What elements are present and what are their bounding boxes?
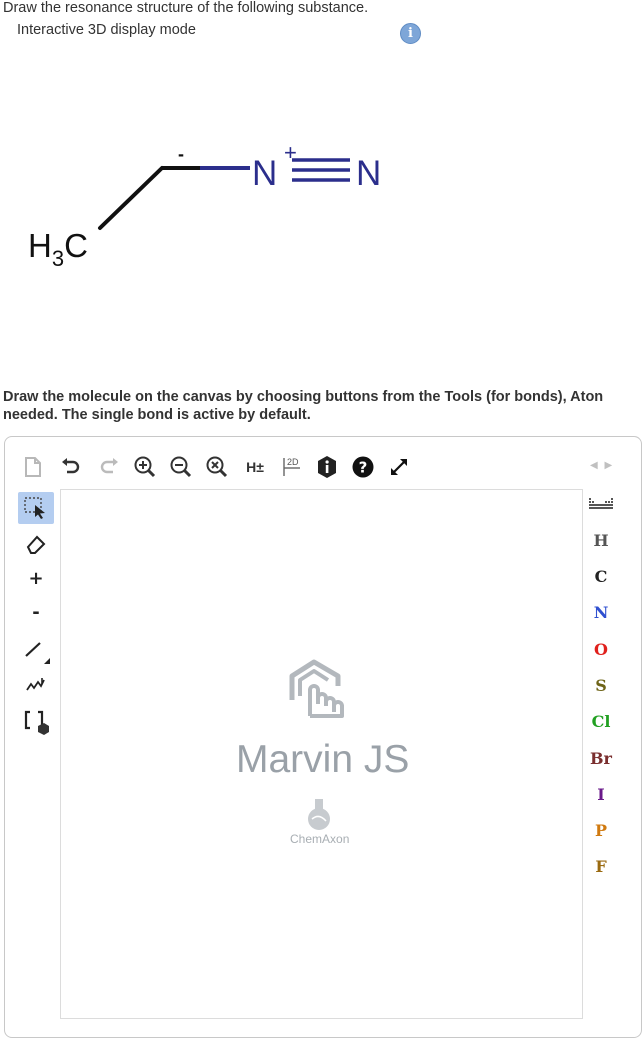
element-cl-label: Cl (591, 712, 611, 731)
periodic-table-icon[interactable] (584, 492, 618, 522)
element-n-label: N (593, 603, 609, 622)
element-o-button[interactable]: O (584, 635, 618, 665)
eraser-icon[interactable] (18, 528, 54, 560)
add-hydrogens-icon[interactable]: H± (240, 452, 270, 482)
nitrogen-charge: + (284, 140, 297, 165)
zoom-out-icon[interactable] (168, 452, 194, 482)
question-title: Draw the resonance structure of the foll… (3, 0, 369, 16)
fullscreen-icon[interactable] (386, 452, 412, 482)
top-toolbar: H± 2D ? (18, 452, 438, 484)
instructions-line-1: Draw the molecule on the canvas by choos… (3, 389, 604, 405)
undo-icon[interactable] (58, 452, 84, 482)
increase-charge-button[interactable]: + (18, 562, 54, 594)
carbanion-charge: - (178, 144, 184, 164)
instructions: Draw the molecule on the canvas by choos… (3, 388, 644, 424)
element-s-button[interactable]: S (584, 671, 618, 701)
element-p-label: P (594, 821, 608, 840)
marvin-logo-icon (289, 659, 344, 718)
ch3-label: H3C (28, 227, 88, 270)
element-cl-button[interactable]: Cl (584, 707, 618, 737)
molecule-structure: H3C - N + N (28, 140, 381, 270)
zoom-in-icon[interactable] (132, 452, 158, 482)
svg-text:2D: 2D (287, 457, 299, 467)
display-mode-label[interactable]: Interactive 3D display mode (17, 22, 196, 38)
single-bond-icon[interactable] (18, 634, 54, 666)
nitrogen-2-label: N (356, 154, 381, 193)
select-tool-icon[interactable] (18, 492, 54, 524)
instructions-line-2: needed. The single bond is active by def… (3, 407, 311, 423)
chemaxon-flask-icon (308, 799, 330, 830)
bond-ch3-c (98, 166, 164, 230)
info-icon[interactable]: i (400, 23, 421, 44)
element-br-label: Br (590, 749, 612, 768)
element-f-label: F (595, 857, 607, 876)
molecule-info-icon[interactable] (314, 452, 340, 482)
element-i-button[interactable]: I (584, 780, 618, 810)
chemaxon-logo-text: ChemAxon (290, 832, 350, 846)
nitrogen-1-label: N (252, 154, 277, 193)
clean-2d-icon[interactable]: 2D (278, 452, 304, 482)
element-br-button[interactable]: Br (584, 744, 618, 774)
element-i-label: I (597, 785, 605, 804)
element-c-label: C (594, 567, 608, 586)
element-n-button[interactable]: N (584, 598, 618, 628)
svg-text:?: ? (359, 459, 368, 477)
element-h-button[interactable]: H (584, 526, 618, 556)
element-h-label: H (593, 531, 609, 550)
redo-icon[interactable] (96, 452, 122, 482)
element-s-label: S (595, 676, 607, 695)
element-f-button[interactable]: F (584, 852, 618, 882)
clear-icon[interactable] (204, 452, 230, 482)
help-icon[interactable]: ? (350, 452, 376, 482)
template-tool-icon[interactable] (18, 706, 54, 738)
marvin-logo-title: Marvin JS (236, 738, 410, 781)
toolbar-scroll-arrows[interactable]: ◀ ▶ (590, 460, 614, 471)
element-o-label: O (594, 640, 608, 659)
chain-tool-icon[interactable] (18, 670, 54, 702)
new-document-icon[interactable] (20, 452, 46, 482)
element-p-button[interactable]: P (584, 816, 618, 846)
element-c-button[interactable]: C (584, 562, 618, 592)
decrease-charge-button[interactable]: - (18, 596, 54, 628)
